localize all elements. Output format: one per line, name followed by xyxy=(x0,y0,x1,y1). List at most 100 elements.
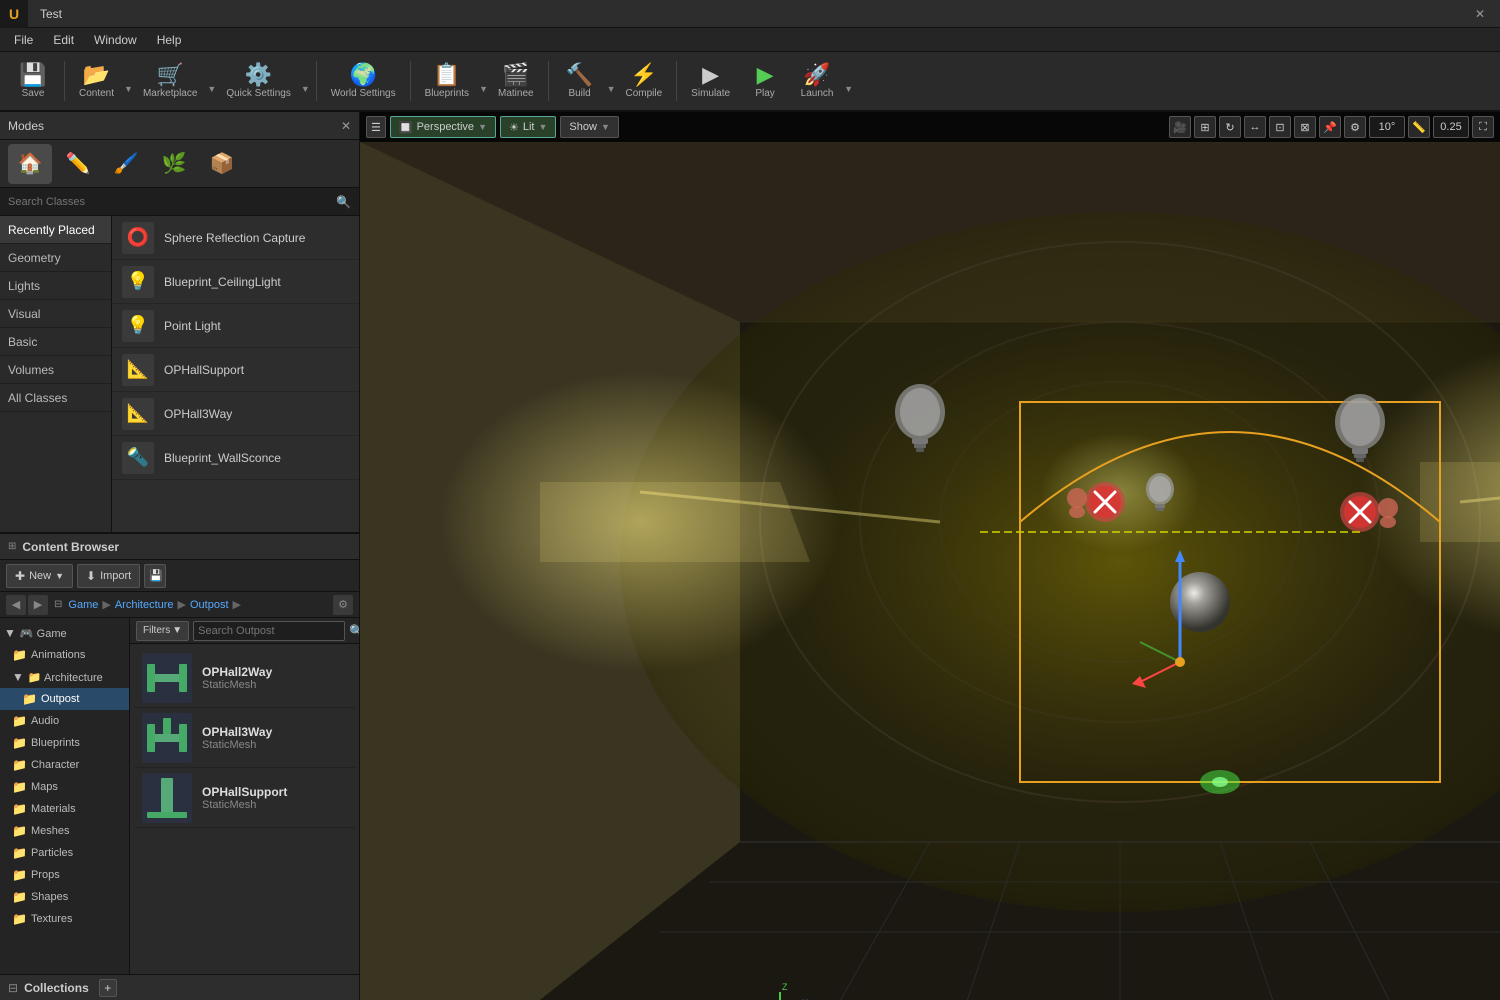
cb-import-button[interactable]: ⬇ Import xyxy=(77,564,140,588)
tree-blueprints[interactable]: 📁 Blueprints xyxy=(0,732,129,754)
launch-arrow-icon[interactable]: ▼ xyxy=(844,84,853,94)
asset-item-ophall2way[interactable]: OPHall2Way StaticMesh xyxy=(134,648,355,708)
show-button[interactable]: Show ▼ xyxy=(560,116,618,138)
placed-item-ophall3way[interactable]: 📐 OPHall3Way xyxy=(112,392,359,436)
rotation-snap-icon[interactable]: ↻ xyxy=(1219,116,1241,138)
placed-item-ophall-support[interactable]: 📐 OPHallSupport xyxy=(112,348,359,392)
bc-outpost[interactable]: Outpost xyxy=(190,599,229,611)
menu-file[interactable]: File xyxy=(4,28,43,52)
content-button[interactable]: 📂 Content xyxy=(71,54,122,108)
play-button[interactable]: ▶ Play xyxy=(740,54,790,108)
surface-snap-icon[interactable]: 📌 xyxy=(1319,116,1341,138)
build-label: Build xyxy=(568,88,590,99)
build-arrow-icon[interactable]: ▼ xyxy=(607,84,616,94)
close-button[interactable]: ✕ xyxy=(1460,0,1500,28)
qs-arrow-icon[interactable]: ▼ xyxy=(301,84,310,94)
bc-sep-2: ▶ xyxy=(178,598,186,611)
perspective-button[interactable]: 🔲 Perspective ▼ xyxy=(390,116,496,138)
window-title: Test xyxy=(28,7,74,21)
bp-arrow-icon[interactable]: ▼ xyxy=(479,84,488,94)
tree-outpost[interactable]: 📁 Outpost xyxy=(0,688,129,710)
blueprints-button[interactable]: 📋 Blueprints xyxy=(417,54,477,108)
viewport-menu-button[interactable]: ☰ xyxy=(366,116,386,138)
menu-window[interactable]: Window xyxy=(84,28,147,52)
modes-close-button[interactable]: ✕ xyxy=(341,119,351,133)
mode-paint-button[interactable]: ✏️ xyxy=(56,144,100,184)
world-settings-button[interactable]: 🌍 World Settings xyxy=(323,54,404,108)
cb-new-button[interactable]: ✚ New ▼ xyxy=(6,564,73,588)
tree-audio[interactable]: 📁 Audio xyxy=(0,710,129,732)
placed-item-point-light[interactable]: 💡 Point Light xyxy=(112,304,359,348)
category-recently-placed[interactable]: Recently Placed xyxy=(0,216,111,244)
scale-icon[interactable]: ⊠ xyxy=(1294,116,1316,138)
build-button[interactable]: 🔨 Build xyxy=(555,54,605,108)
maximize-button[interactable]: ⛶ xyxy=(1472,116,1494,138)
quick-settings-button[interactable]: ⚙️ Quick Settings xyxy=(218,54,298,108)
lit-arrow-icon: ▼ xyxy=(538,122,547,132)
ophall2way-type: StaticMesh xyxy=(202,679,272,691)
cb-expand-icon[interactable]: ⊞ xyxy=(8,541,16,552)
settings-icon[interactable]: ⚙ xyxy=(1344,116,1366,138)
lit-icon: ☀ xyxy=(509,121,519,134)
ophall2way-info: OPHall2Way StaticMesh xyxy=(202,665,272,691)
tree-props[interactable]: 📁 Props xyxy=(0,864,129,886)
cb-save-button[interactable]: 💾 xyxy=(144,564,166,588)
tree-maps[interactable]: 📁 Maps xyxy=(0,776,129,798)
bc-game[interactable]: Game xyxy=(68,599,98,611)
lit-button[interactable]: ☀ Lit ▼ xyxy=(500,116,556,138)
mode-foliage-button[interactable]: 🌿 xyxy=(152,144,196,184)
left-top: Modes ✕ 🏠 ✏️ 🖌️ 🌿 📦 🔍 Recently Place xyxy=(0,112,359,532)
tree-animations[interactable]: 📁 Animations xyxy=(0,644,129,666)
bc-back-button[interactable]: ◀ xyxy=(6,595,26,615)
menu-edit[interactable]: Edit xyxy=(43,28,84,52)
tree-game[interactable]: ▼ 🎮 Game xyxy=(0,622,129,644)
tree-materials[interactable]: 📁 Materials xyxy=(0,798,129,820)
add-collection-button[interactable]: + xyxy=(99,979,117,997)
point-light-label: Point Light xyxy=(164,319,221,333)
simulate-button[interactable]: ▶ Simulate xyxy=(683,54,738,108)
titlebar: U Test ✕ xyxy=(0,0,1500,28)
tree-character[interactable]: 📁 Character xyxy=(0,754,129,776)
tree-textures[interactable]: 📁 Textures xyxy=(0,908,129,930)
viewport[interactable]: ☰ 🔲 Perspective ▼ ☀ Lit ▼ Show ▼ 🎥 ⊞ ↻ xyxy=(360,112,1500,1000)
toolbar: 💾 Save 📂 Content ▼ 🛒 Marketplace ▼ ⚙️ Qu… xyxy=(0,52,1500,112)
category-all-classes[interactable]: All Classes xyxy=(0,384,111,412)
search-outpost-input[interactable] xyxy=(193,621,345,641)
placed-item-wall-sconce[interactable]: 🔦 Blueprint_WallSconce xyxy=(112,436,359,480)
bc-forward-button[interactable]: ▶ xyxy=(28,595,48,615)
materials-folder-icon: 📁 xyxy=(12,802,27,816)
camera-speed-icon[interactable]: 🎥 xyxy=(1169,116,1191,138)
filters-button[interactable]: Filters ▼ xyxy=(136,621,189,641)
search-classes-input[interactable] xyxy=(8,196,332,208)
save-button[interactable]: 💾 Save xyxy=(8,54,58,108)
placed-item-sphere-reflection[interactable]: ⭕ Sphere Reflection Capture xyxy=(112,216,359,260)
tree-architecture[interactable]: ▼ 📁 Architecture xyxy=(0,666,129,688)
marketplace-button[interactable]: 🛒 Marketplace xyxy=(135,54,205,108)
compile-button[interactable]: ⚡ Compile xyxy=(617,54,670,108)
category-volumes[interactable]: Volumes xyxy=(0,356,111,384)
placed-item-ceiling-light[interactable]: 💡 Blueprint_CeilingLight xyxy=(112,260,359,304)
tree-meshes[interactable]: 📁 Meshes xyxy=(0,820,129,842)
asset-item-ophall3way[interactable]: OPHall3Way StaticMesh xyxy=(134,708,355,768)
bc-architecture[interactable]: Architecture xyxy=(115,599,174,611)
menu-help[interactable]: Help xyxy=(147,28,192,52)
tree-shapes[interactable]: 📁 Shapes xyxy=(0,886,129,908)
content-arrow-icon[interactable]: ▼ xyxy=(124,84,133,94)
asset-item-ophall-support[interactable]: OPHallSupport StaticMesh xyxy=(134,768,355,828)
mode-landscape-button[interactable]: 🖌️ xyxy=(104,144,148,184)
grid-icon[interactable]: ⊞ xyxy=(1194,116,1216,138)
transform-icon[interactable]: ⊡ xyxy=(1269,116,1291,138)
mode-place-button[interactable]: 🏠 xyxy=(8,144,52,184)
category-lights[interactable]: Lights xyxy=(0,272,111,300)
ruler-icon[interactable]: 📏 xyxy=(1408,116,1430,138)
category-basic[interactable]: Basic xyxy=(0,328,111,356)
translate-snap-icon[interactable]: ↔ xyxy=(1244,116,1266,138)
tree-particles[interactable]: 📁 Particles xyxy=(0,842,129,864)
category-visual[interactable]: Visual xyxy=(0,300,111,328)
launch-button[interactable]: 🚀 Launch xyxy=(792,54,842,108)
bc-settings-button[interactable]: ⚙ xyxy=(333,595,353,615)
matinee-button[interactable]: 🎬 Matinee xyxy=(490,54,542,108)
mode-geometry-button[interactable]: 📦 xyxy=(200,144,244,184)
marketplace-arrow-icon[interactable]: ▼ xyxy=(207,84,216,94)
category-geometry[interactable]: Geometry xyxy=(0,244,111,272)
